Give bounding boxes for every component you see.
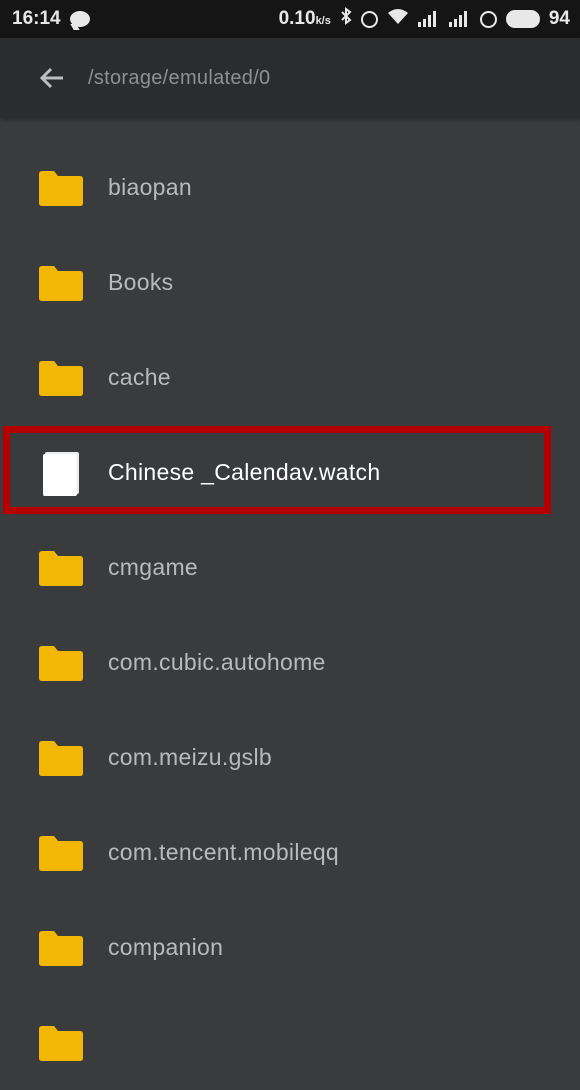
list-item-books[interactable]: Books: [0, 235, 580, 330]
folder-icon: [37, 546, 85, 590]
bluetooth-icon: [340, 7, 352, 31]
file-name: companion: [108, 934, 224, 960]
folder-icon: [37, 261, 85, 305]
signal-icon-sim2: [448, 11, 471, 27]
file-name: com.cubic.autohome: [108, 649, 326, 675]
folder-icon: [37, 1021, 85, 1065]
file-name: com.tencent.mobileqq: [108, 839, 340, 865]
file-name: com.meizu.gslb: [108, 744, 272, 770]
status-time: 16:14: [12, 8, 61, 29]
list-item-com-cubic-autohome[interactable]: com.cubic.autohome: [0, 615, 580, 710]
signal-icon-sim1: [417, 11, 440, 27]
network-speed-unit: k/s: [315, 15, 331, 27]
status-bar: 16:14 0.10k/s 94: [0, 0, 580, 38]
file-name: cache: [108, 364, 171, 390]
battery-icon: [505, 10, 540, 28]
file-name: Books: [108, 269, 174, 295]
list-item-biaopan[interactable]: biaopan: [0, 140, 580, 235]
status-right: 0.10k/s 94: [279, 7, 570, 31]
folder-icon: [37, 736, 85, 780]
list-item-cache[interactable]: cache: [0, 330, 580, 425]
file-list: biaopan Books cache Chinese _Calendav.wa…: [0, 140, 580, 1090]
folder-icon: [37, 166, 85, 210]
status-left: 16:14: [12, 8, 90, 30]
list-item-companion[interactable]: companion: [0, 900, 580, 995]
network-speed-value: 0.10: [278, 8, 316, 29]
wifi-icon: [387, 8, 409, 31]
folder-icon: [37, 641, 85, 685]
network-speed: 0.10k/s: [279, 8, 331, 30]
file-name: Chinese _Calendav.watch: [108, 459, 381, 485]
folder-icon: [37, 831, 85, 875]
folder-icon: [37, 926, 85, 970]
list-item-chinese-calendav-watch[interactable]: Chinese _Calendav.watch: [0, 425, 580, 520]
alarm-icon: [360, 10, 378, 28]
toolbar: /storage/emulated/0: [0, 38, 580, 118]
back-button[interactable]: [32, 58, 72, 98]
current-path: /storage/emulated/0: [88, 66, 271, 89]
list-item-com-meizu-gslb[interactable]: com.meizu.gslb: [0, 710, 580, 805]
data-saver-icon: [479, 10, 497, 28]
chat-notification-icon: [69, 11, 90, 27]
battery-level: 94: [548, 8, 570, 29]
file-name: cmgame: [108, 554, 198, 580]
list-item-cmgame[interactable]: cmgame: [0, 520, 580, 615]
list-item-partial[interactable]: [0, 995, 580, 1090]
back-arrow-icon: [39, 67, 63, 89]
file-icon: [37, 451, 85, 496]
list-item-com-tencent-mobileqq[interactable]: com.tencent.mobileqq: [0, 805, 580, 900]
file-name: biaopan: [108, 174, 192, 200]
folder-icon: [37, 356, 85, 400]
